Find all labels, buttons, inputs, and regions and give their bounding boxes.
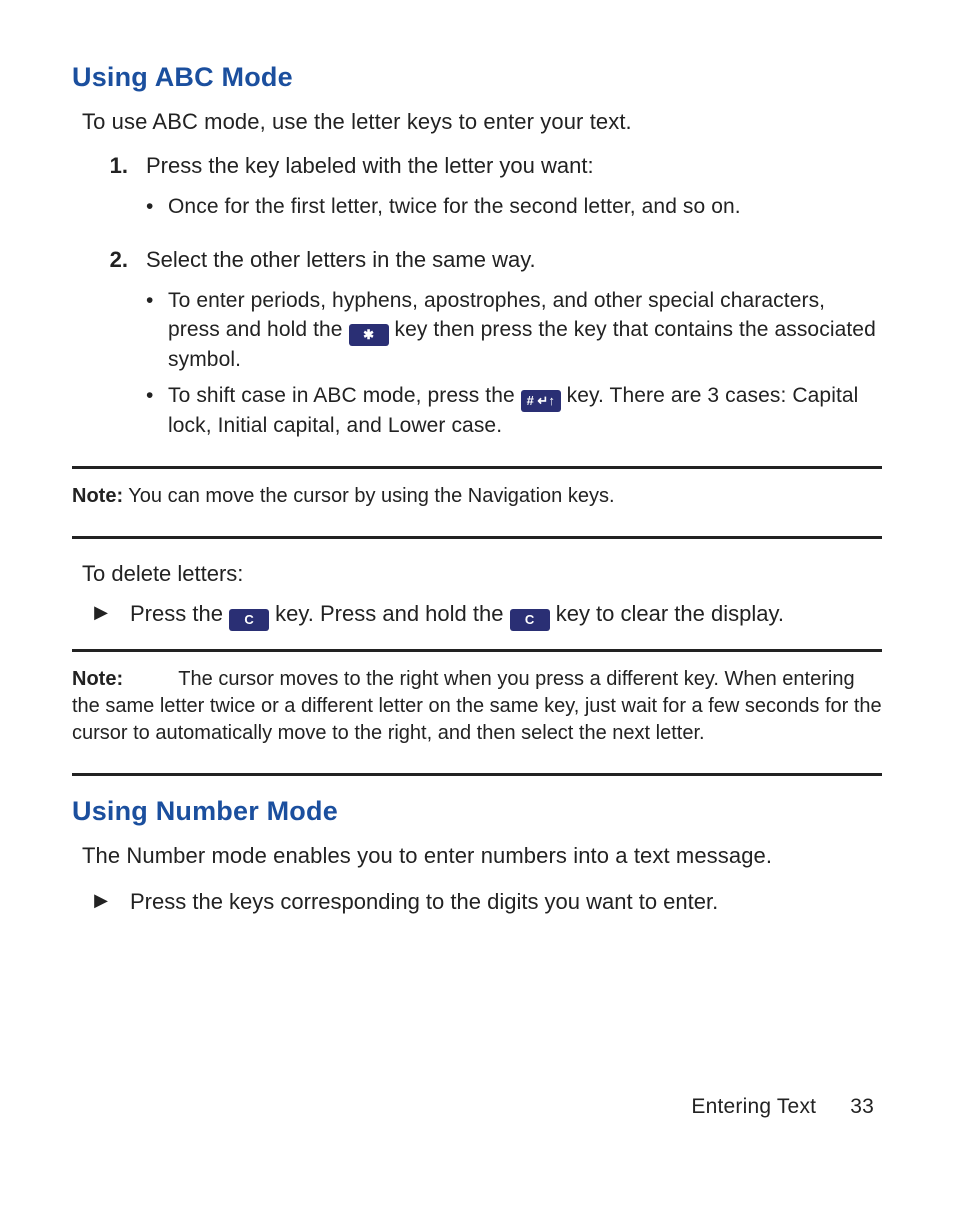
- bullet-item: To shift case in ABC mode, press the # ↵…: [146, 382, 882, 440]
- divider: [72, 649, 882, 652]
- step-body: Select the other letters in the same way…: [146, 247, 882, 448]
- section-intro: The Number mode enables you to enter num…: [82, 843, 882, 869]
- footer-page-number: 33: [850, 1095, 874, 1118]
- arrow-list: ▶ Press the keys corresponding to the di…: [72, 887, 882, 917]
- bullet-item: To enter periods, hyphens, apostrophes, …: [146, 287, 882, 374]
- section-heading-abc-mode: Using ABC Mode: [72, 62, 882, 93]
- note-label: Note:: [72, 485, 123, 507]
- step-text: Press the key labeled with the letter yo…: [146, 153, 594, 178]
- section-intro: To use ABC mode, use the letter keys to …: [82, 109, 882, 135]
- bullet-item: Once for the first letter, twice for the…: [146, 193, 882, 221]
- text-fragment: To shift case in ABC mode, press the: [168, 384, 521, 407]
- step-text: Select the other letters in the same way…: [146, 247, 536, 272]
- arrow-body: Press the keys corresponding to the digi…: [130, 887, 882, 917]
- pound-key-icon: # ↵↑: [521, 390, 561, 412]
- text-fragment: Press the: [130, 601, 229, 626]
- arrow-item: ▶ Press the keys corresponding to the di…: [72, 887, 882, 917]
- arrow-body: Press the C key. Press and hold the C ke…: [130, 599, 882, 631]
- step-body: Press the key labeled with the letter yo…: [146, 153, 882, 229]
- text-fragment: key to clear the display.: [556, 601, 784, 626]
- page-footer: Entering Text 33: [691, 1095, 874, 1119]
- divider: [72, 536, 882, 539]
- note-body: The cursor moves to the right when you p…: [72, 668, 882, 744]
- document-page: Using ABC Mode To use ABC mode, use the …: [0, 0, 954, 1209]
- arrow-icon: ▶: [72, 887, 130, 911]
- bullet-list: To enter periods, hyphens, apostrophes, …: [146, 287, 882, 440]
- note-block: Note: The cursor moves to the right when…: [72, 662, 882, 755]
- step-number: 2.: [72, 247, 146, 448]
- delete-intro: To delete letters:: [82, 561, 882, 587]
- note-block: Note: You can move the cursor by using t…: [72, 479, 882, 518]
- c-key-icon: C: [510, 609, 550, 631]
- step-1: 1. Press the key labeled with the letter…: [72, 153, 882, 229]
- section-heading-number-mode: Using Number Mode: [72, 796, 882, 827]
- note-body: You can move the cursor by using the Nav…: [123, 485, 614, 507]
- steps-list: 1. Press the key labeled with the letter…: [72, 153, 882, 448]
- c-key-icon: C: [229, 609, 269, 631]
- note-label: Note:: [72, 668, 123, 690]
- divider: [72, 773, 882, 776]
- arrow-list: ▶ Press the C key. Press and hold the C …: [72, 599, 882, 631]
- text-fragment: key. Press and hold the: [275, 601, 509, 626]
- bullet-list: Once for the first letter, twice for the…: [146, 193, 882, 221]
- arrow-item: ▶ Press the C key. Press and hold the C …: [72, 599, 882, 631]
- star-key-icon: ✱: [349, 324, 389, 346]
- step-number: 1.: [72, 153, 146, 229]
- arrow-icon: ▶: [72, 599, 130, 623]
- divider: [72, 466, 882, 469]
- step-2: 2. Select the other letters in the same …: [72, 247, 882, 448]
- footer-section: Entering Text: [691, 1095, 816, 1118]
